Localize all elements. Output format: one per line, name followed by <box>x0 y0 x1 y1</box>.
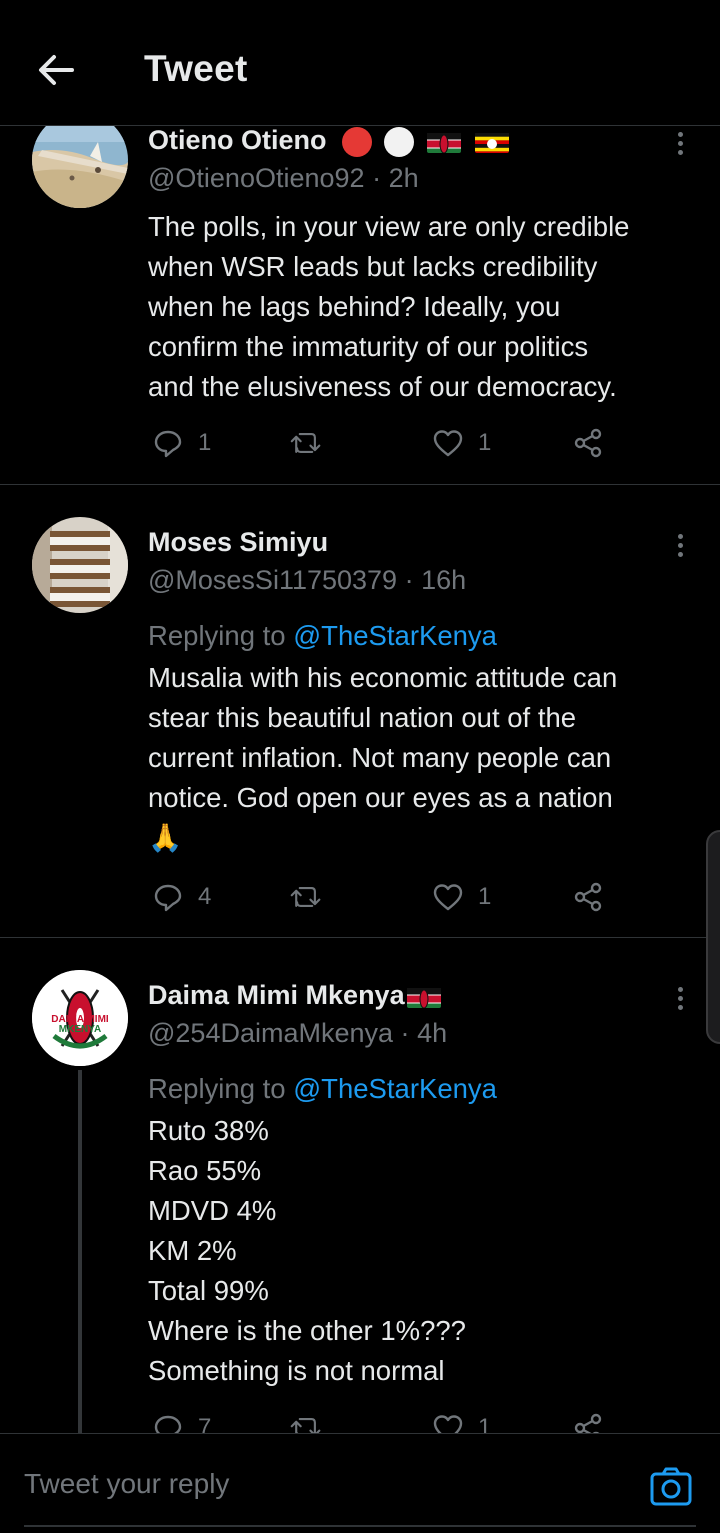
like-count: 1 <box>478 883 492 910</box>
tweet-text-line: Musalia with his economic attitude can <box>148 662 618 693</box>
tweet-text: Replying to @TheStarKenya Ruto 38% Rao 5… <box>148 1069 696 1391</box>
tweet-time: 16h <box>421 565 467 595</box>
tweet-text: The polls, in your view are only credibl… <box>148 207 696 407</box>
replying-to: Replying to @TheStarKenya <box>148 616 696 656</box>
tweet-time: 2h <box>388 163 419 193</box>
reply-button[interactable]: 7 <box>152 1408 211 1433</box>
retweet-icon <box>290 887 321 907</box>
retweet-button[interactable] <box>290 1408 322 1433</box>
tweet-text-line: confirm the immaturity of our politics <box>148 331 589 362</box>
reply-count: 4 <box>198 883 212 910</box>
reply-composer: Tweet your reply <box>0 1433 720 1533</box>
camera-icon[interactable] <box>648 1464 694 1510</box>
back-arrow-icon[interactable] <box>34 48 78 92</box>
tweet-actions: 7 1 <box>148 1408 668 1433</box>
author-handle[interactable]: @254DaimaMkenya <box>148 1018 393 1048</box>
retweet-icon <box>290 1418 321 1433</box>
tweet-text-line: and the elusiveness of our democracy. <box>148 371 617 402</box>
share-icon <box>574 428 602 458</box>
input-underline <box>24 1525 696 1527</box>
kenya-flag-emoji <box>406 986 441 1008</box>
separator-dot: · <box>400 1018 410 1048</box>
avatar[interactable]: DAIMA MIMI MKENYA <box>32 970 128 1066</box>
share-button[interactable] <box>572 423 604 463</box>
like-button[interactable]: 1 <box>432 877 491 917</box>
replying-to: Replying to @TheStarKenya <box>148 1069 696 1109</box>
avatar[interactable] <box>32 126 128 208</box>
tweet-time: 4h <box>417 1018 448 1048</box>
retweet-button[interactable] <box>290 423 322 463</box>
more-vertical-icon[interactable] <box>668 530 692 564</box>
reply-icon <box>154 884 182 912</box>
reply-button[interactable]: 4 <box>152 877 211 917</box>
tweet-text-line: MDVD 4% <box>148 1195 277 1226</box>
retweet-button[interactable] <box>290 877 322 917</box>
tweet-actions: 1 1 <box>148 423 668 463</box>
share-button[interactable] <box>572 1408 604 1433</box>
tweet-text-line: Total 99% <box>148 1275 269 1306</box>
tweet-text-line: current inflation. Not many people can <box>148 742 612 773</box>
replying-label: Replying to <box>148 1073 286 1104</box>
uganda-flag-emoji <box>474 131 509 153</box>
more-vertical-icon[interactable] <box>668 128 692 162</box>
tweet-text-line: Ruto 38% <box>148 1115 269 1146</box>
like-button[interactable]: 1 <box>432 423 491 463</box>
separator-dot: · <box>404 565 414 595</box>
tweet-text-line: Where is the other 1%??? <box>148 1315 466 1346</box>
like-icon <box>433 1415 463 1433</box>
tweet-text-line: Something is not normal <box>148 1355 445 1386</box>
reply-input[interactable]: Tweet your reply <box>24 1468 229 1500</box>
author-handle[interactable]: @MosesSi11750379 <box>148 565 397 595</box>
separator-dot: · <box>372 163 382 193</box>
author-name[interactable]: Otieno Otieno <box>148 126 327 155</box>
replying-label: Replying to <box>148 620 286 651</box>
reply-tweet[interactable]: DAIMA MIMI MKENYA Daima Mimi Mkenya @254… <box>0 938 720 1433</box>
praying-hands-emoji: 🙏 <box>148 822 183 853</box>
reply-count: 1 <box>198 429 212 456</box>
edge-panel-handle[interactable] <box>706 830 720 1044</box>
avatar[interactable] <box>32 517 128 613</box>
reply-count: 7 <box>198 1414 212 1433</box>
tweet-text-line: KM 2% <box>148 1235 237 1266</box>
share-icon <box>574 1413 602 1433</box>
tweet-text-line: The polls, in your view are only credibl… <box>148 211 630 242</box>
replies-feed[interactable]: Otieno Otieno @OtienoOtieno92 · 2h The p… <box>0 126 720 1433</box>
tweet-text-line: when he lags behind? Ideally, you <box>148 291 561 322</box>
share-button[interactable] <box>572 877 604 917</box>
reply-tweet[interactable]: Otieno Otieno @OtienoOtieno92 · 2h The p… <box>0 126 720 484</box>
tweet-actions <box>148 503 668 543</box>
like-count: 1 <box>478 429 492 456</box>
white-circle-emoji <box>383 126 414 157</box>
avatar-logo-text: MKENYA <box>59 1024 101 1035</box>
reply-icon <box>154 1415 182 1433</box>
thread-line <box>78 1070 82 1433</box>
reply-icon <box>154 430 182 458</box>
tweet-text-line: stear this beautiful nation out of the <box>148 702 577 733</box>
red-circle-emoji <box>342 126 373 157</box>
tweet-text-line: when WSR leads but lacks credibility <box>148 251 598 282</box>
tweet-text: Replying to @TheStarKenya Musalia with h… <box>148 616 696 858</box>
like-count: 1 <box>478 1414 492 1433</box>
kenya-flag-emoji <box>427 131 462 153</box>
author-name[interactable]: Daima Mimi Mkenya <box>148 980 405 1010</box>
more-vertical-icon[interactable] <box>668 983 692 1017</box>
top-app-bar: Tweet <box>0 0 720 126</box>
tweet-text-line: Rao 55% <box>148 1155 262 1186</box>
like-icon <box>433 884 463 911</box>
tweet-text-line: notice. God open our eyes as a nation <box>148 782 613 813</box>
mention-link[interactable]: @TheStarKenya <box>293 1073 497 1104</box>
share-icon <box>574 882 602 912</box>
like-button[interactable]: 1 <box>432 1408 491 1433</box>
author-handle[interactable]: @OtienoOtieno92 <box>148 163 365 193</box>
page-title: Tweet <box>144 48 248 89</box>
tweet-actions: 4 1 <box>148 877 668 917</box>
retweet-icon <box>290 433 321 453</box>
like-icon <box>433 430 463 457</box>
reply-button[interactable]: 1 <box>152 423 211 463</box>
reply-tweet[interactable]: Moses Simiyu @MosesSi11750379 · 16h Repl… <box>0 485 720 937</box>
mention-link[interactable]: @TheStarKenya <box>293 620 497 651</box>
